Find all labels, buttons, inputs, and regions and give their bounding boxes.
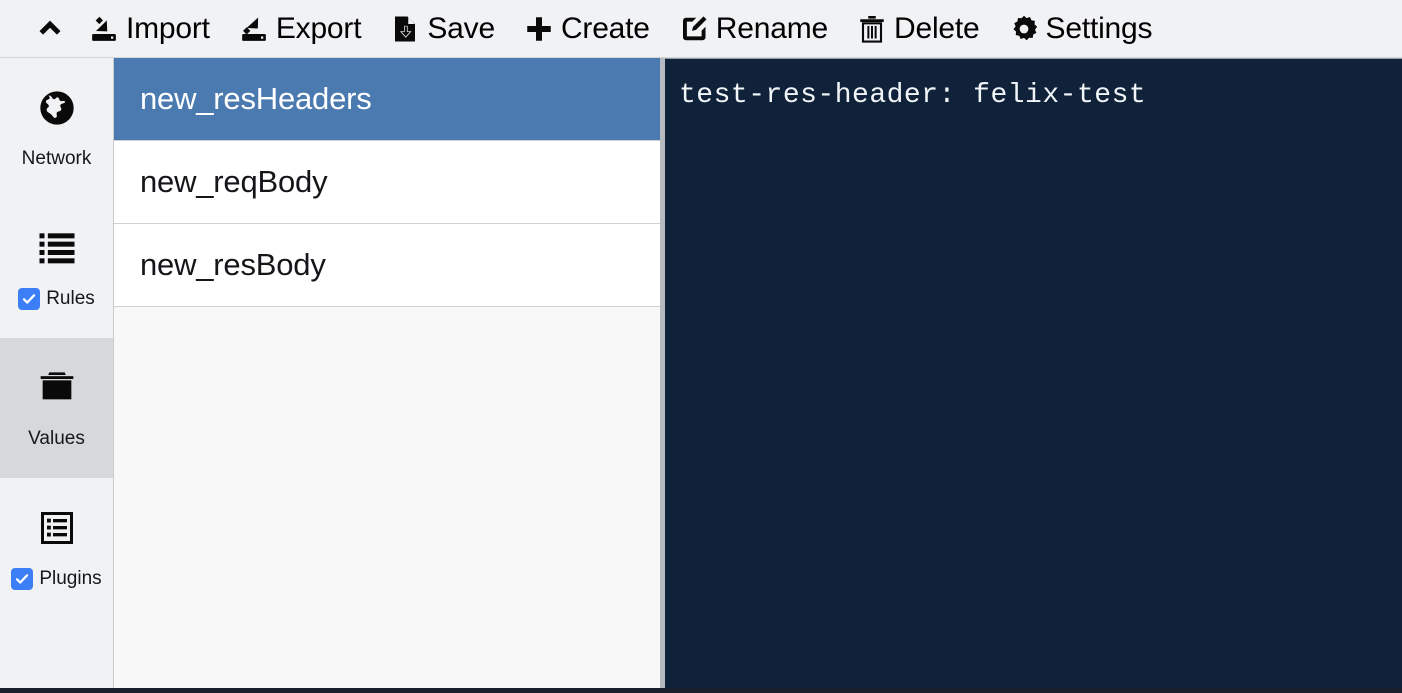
sidebar-item-plugins[interactable]: Plugins — [0, 478, 113, 618]
settings-button-label: Settings — [1045, 11, 1153, 45]
list-item[interactable]: new_resHeaders — [114, 58, 660, 141]
export-button[interactable]: Export — [228, 6, 372, 52]
sidebar-item-network-row: Network — [0, 148, 113, 170]
sidebar-item-plugins-label: Plugins — [39, 568, 102, 589]
save-button[interactable]: Save — [379, 6, 505, 52]
plus-icon — [523, 13, 555, 45]
trash-icon — [856, 13, 888, 45]
rename-button[interactable]: Rename — [668, 6, 838, 52]
create-button[interactable]: Create — [513, 6, 660, 52]
save-icon — [389, 13, 421, 45]
plugins-icon — [35, 506, 79, 550]
values-list-panel: new_resHeaders new_reqBody new_resBody — [114, 58, 665, 688]
sidebar-item-network[interactable]: Network — [0, 58, 113, 198]
list-icon — [35, 226, 79, 270]
folder-icon — [35, 366, 79, 410]
sidebar-item-rules-label: Rules — [46, 288, 95, 309]
export-button-label: Export — [275, 11, 362, 45]
sidebar-item-values[interactable]: Values — [0, 338, 113, 478]
gear-icon — [1008, 13, 1040, 45]
delete-button-label: Delete — [894, 11, 980, 45]
rename-button-label: Rename — [715, 11, 828, 45]
sidebar-item-rules-row: Rules — [0, 288, 113, 310]
sidebar-item-values-row: Values — [0, 428, 113, 450]
sidebar-item-rules[interactable]: Rules — [0, 198, 113, 338]
edit-pencil-icon — [678, 13, 710, 45]
sidebar-item-plugins-row: Plugins — [0, 568, 113, 590]
editor-line: test-res-header: felix-test — [679, 80, 1147, 111]
plugins-checkbox[interactable] — [11, 568, 34, 590]
list-item-label: new_resBody — [140, 247, 326, 282]
sidebar-item-values-label: Values — [28, 428, 85, 449]
sidebar-item-network-label: Network — [21, 148, 92, 169]
main-body: Network Rules Values Plugins new_resHead… — [0, 58, 1402, 688]
value-editor[interactable]: test-res-header: felix-test — [665, 58, 1402, 688]
import-button[interactable]: Import — [78, 6, 220, 52]
list-item-label: new_resHeaders — [140, 81, 372, 116]
list-item[interactable]: new_resBody — [114, 224, 660, 307]
app-window: Import Export Save Create Rename Delete … — [0, 0, 1402, 693]
list-empty-area[interactable] — [114, 307, 660, 688]
globe-icon — [35, 86, 79, 130]
settings-button[interactable]: Settings — [998, 6, 1163, 52]
rules-checkbox[interactable] — [18, 288, 41, 310]
main-toolbar: Import Export Save Create Rename Delete … — [0, 0, 1402, 58]
import-button-label: Import — [126, 11, 210, 45]
left-sidebar: Network Rules Values Plugins — [0, 58, 114, 688]
list-item-label: new_reqBody — [140, 164, 328, 199]
chevron-up-icon — [33, 9, 67, 48]
create-button-label: Create — [560, 11, 650, 45]
list-item[interactable]: new_reqBody — [114, 141, 660, 224]
delete-button[interactable]: Delete — [846, 6, 990, 52]
export-icon — [238, 13, 270, 45]
save-button-label: Save — [427, 11, 495, 45]
import-icon — [88, 13, 120, 45]
collapse-toolbar-button[interactable] — [22, 8, 78, 50]
